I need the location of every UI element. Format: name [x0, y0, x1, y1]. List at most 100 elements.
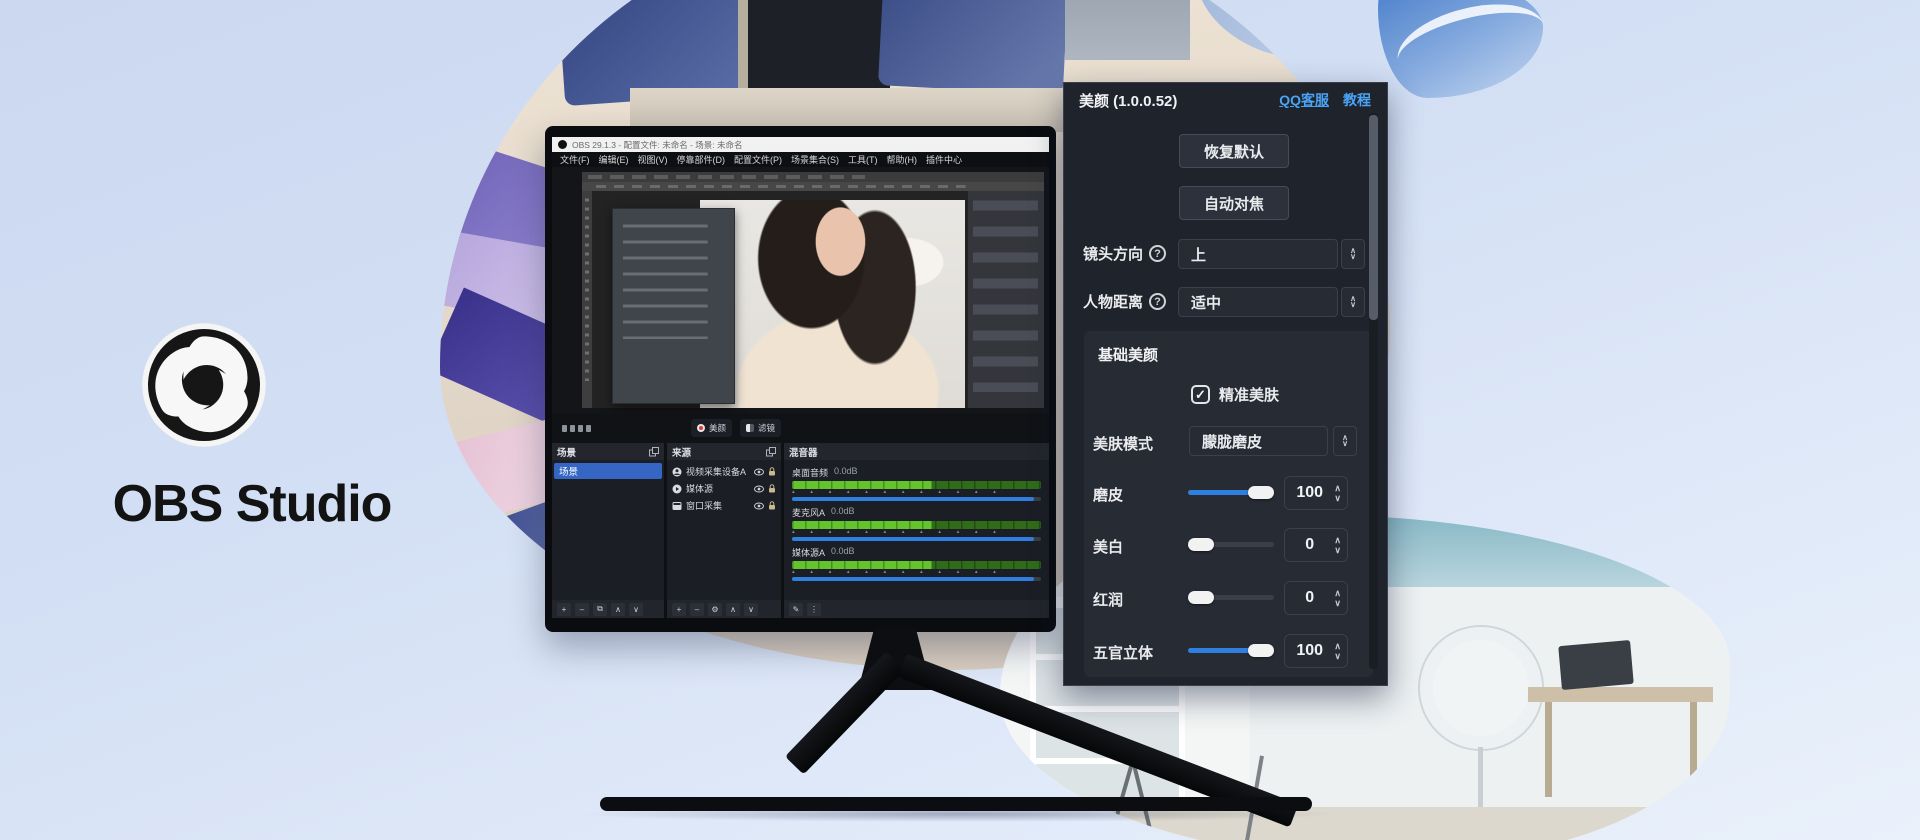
source-row[interactable]: 媒体源 — [669, 480, 779, 497]
whitening-label: 美白 — [1093, 536, 1123, 557]
precise-skin-row[interactable]: ✓ 精准美肤 — [1191, 384, 1279, 405]
restore-defaults-button[interactable]: 恢复默认 — [1179, 134, 1289, 168]
obs-titlebar: OBS 29.1.3 - 配置文件: 未命名 - 场景: 未命名 — [552, 137, 1049, 152]
add-source-button[interactable]: + — [672, 603, 686, 616]
source-properties-button[interactable]: ⚙ — [708, 603, 722, 616]
menu-tools[interactable]: 工具(T) — [848, 153, 878, 166]
slider-handle[interactable] — [1248, 644, 1274, 657]
menu-docks[interactable]: 停靠部件(D) — [677, 153, 726, 166]
smoothing-slider[interactable] — [1188, 486, 1274, 499]
menu-help[interactable]: 帮助(H) — [887, 153, 918, 166]
menu-profile[interactable]: 配置文件(P) — [734, 153, 782, 166]
source-row[interactable]: 视频采集设备A — [669, 463, 779, 480]
slider-handle[interactable] — [1188, 591, 1214, 604]
scrollbar-thumb[interactable] — [1369, 115, 1378, 320]
filter-toggle-button[interactable]: 滤镜 — [740, 419, 781, 437]
source-down-button[interactable]: ∨ — [744, 603, 758, 616]
menu-file[interactable]: 文件(F) — [560, 153, 590, 166]
menu-view[interactable]: 视图(V) — [638, 153, 668, 166]
stepper-arrows[interactable]: ∧∨ — [1334, 643, 1347, 660]
beauty-toggle-button[interactable]: 美颜 — [691, 419, 732, 437]
room-chair-shape — [878, 0, 1071, 95]
stepper-arrows[interactable]: ∧∨ — [1334, 537, 1347, 554]
obs-window-title: OBS 29.1.3 - 配置文件: 未命名 - 场景: 未命名 — [572, 139, 743, 151]
checkbox-checked-icon[interactable]: ✓ — [1191, 385, 1210, 404]
slider-handle[interactable] — [1188, 538, 1214, 551]
lens-direction-spinner[interactable]: ∧∨ — [1341, 239, 1365, 269]
volume-meter — [792, 521, 1041, 529]
meter-ticks: ▴ ▴ ▴ ▴ ▴ ▴ ▴ ▴ ▴ ▴ ▴ ▴ — [792, 489, 1041, 495]
help-icon[interactable]: ? — [1149, 293, 1166, 310]
menu-edit[interactable]: 编辑(E) — [599, 153, 629, 166]
window-capture-icon — [672, 501, 682, 511]
lock-icon[interactable] — [768, 484, 776, 493]
preview-handle-dots — [562, 425, 591, 432]
panel-title: 美颜 (1.0.0.52) — [1079, 90, 1177, 111]
volume-meter — [792, 561, 1041, 569]
scene-list-item[interactable]: 场景 — [554, 463, 662, 479]
monitor: OBS 29.1.3 - 配置文件: 未命名 - 场景: 未命名 文件(F) 编… — [545, 126, 1056, 632]
eye-icon[interactable] — [754, 485, 764, 493]
sources-dock-title: 来源 — [672, 445, 691, 459]
smoothing-label: 磨皮 — [1093, 484, 1123, 505]
smoothing-value[interactable]: 100 ∧∨ — [1284, 476, 1348, 510]
dock-popout-icon[interactable] — [649, 447, 659, 457]
mixer-menu-button[interactable]: ⋮ — [807, 603, 821, 616]
mixer-dock-title: 混音器 — [789, 445, 818, 459]
skin-mode-spinner[interactable]: ∧∨ — [1333, 426, 1357, 456]
lock-icon[interactable] — [768, 501, 776, 510]
add-scene-button[interactable]: + — [557, 603, 571, 616]
ring-light — [1420, 627, 1542, 749]
rosy-slider[interactable] — [1188, 591, 1274, 604]
remove-scene-button[interactable]: – — [575, 603, 589, 616]
volume-slider[interactable] — [792, 497, 1041, 501]
lock-icon[interactable] — [768, 467, 776, 476]
mixer-toolbar: ✎ ⋮ — [784, 600, 1049, 618]
person-distance-spinner[interactable]: ∧∨ — [1341, 287, 1365, 317]
menu-plugin-center[interactable]: 插件中心 — [926, 153, 962, 166]
scenes-dock-title: 场景 — [557, 445, 576, 459]
eye-icon[interactable] — [754, 502, 764, 510]
obs-window: OBS 29.1.3 - 配置文件: 未命名 - 场景: 未命名 文件(F) 编… — [552, 137, 1049, 618]
rosy-value[interactable]: 0 ∧∨ — [1284, 581, 1348, 615]
source-up-button[interactable]: ∧ — [726, 603, 740, 616]
qq-support-link[interactable]: QQ客服 — [1279, 90, 1329, 110]
photoshop-toolbar — [582, 191, 592, 408]
scenes-dock: 场景 场景 + – ⧉ ∧ ∨ — [552, 443, 664, 618]
beauty-plugin-panel: 美颜 (1.0.0.52) QQ客服 教程 恢复默认 自动对焦 镜头方向 ? 上… — [1063, 82, 1388, 686]
duplicate-scene-button[interactable]: ⧉ — [593, 603, 607, 616]
person-distance-dropdown[interactable]: 适中 — [1178, 287, 1338, 317]
volume-slider[interactable] — [792, 537, 1041, 541]
eye-icon[interactable] — [754, 468, 764, 476]
help-icon[interactable]: ? — [1149, 245, 1166, 262]
slider-handle[interactable] — [1248, 486, 1274, 499]
skin-mode-dropdown[interactable]: 朦胧磨皮 — [1189, 426, 1328, 456]
stepper-arrows[interactable]: ∧∨ — [1334, 485, 1347, 502]
room-shelf-shape — [1065, 0, 1190, 60]
stepper-arrows[interactable]: ∧∨ — [1334, 590, 1347, 607]
autofocus-button[interactable]: 自动对焦 — [1179, 186, 1289, 220]
person-distance-label: 人物距离 ? — [1083, 291, 1166, 312]
section-title: 基础美颜 — [1098, 344, 1158, 365]
face-3d-value[interactable]: 100 ∧∨ — [1284, 634, 1348, 668]
room-corner-shape — [1195, 0, 1390, 60]
desk-leg — [1545, 702, 1552, 797]
lens-direction-dropdown[interactable]: 上 — [1178, 239, 1338, 269]
dock-popout-icon[interactable] — [766, 447, 776, 457]
scene-up-button[interactable]: ∧ — [611, 603, 625, 616]
scene-down-button[interactable]: ∨ — [629, 603, 643, 616]
whitening-value[interactable]: 0 ∧∨ — [1284, 528, 1348, 562]
face-3d-slider[interactable] — [1188, 644, 1274, 657]
source-row[interactable]: 窗口采集 — [669, 497, 779, 514]
mixer-channel: 桌面音频0.0dB ▴ ▴ ▴ ▴ ▴ ▴ ▴ ▴ ▴ ▴ ▴ ▴ — [786, 463, 1047, 503]
monitor-stand-base — [600, 797, 1312, 811]
menu-scene-collection[interactable]: 场景集合(S) — [791, 153, 839, 166]
obs-menubar: 文件(F) 编辑(E) 视图(V) 停靠部件(D) 配置文件(P) 场景集合(S… — [552, 152, 1049, 167]
volume-slider[interactable] — [792, 577, 1041, 581]
panel-scrollbar[interactable] — [1369, 113, 1378, 669]
whitening-slider[interactable] — [1188, 538, 1274, 551]
remove-source-button[interactable]: – — [690, 603, 704, 616]
mixer-edit-button[interactable]: ✎ — [789, 603, 803, 616]
tutorial-link[interactable]: 教程 — [1343, 90, 1371, 110]
portrait-photo — [700, 200, 965, 408]
